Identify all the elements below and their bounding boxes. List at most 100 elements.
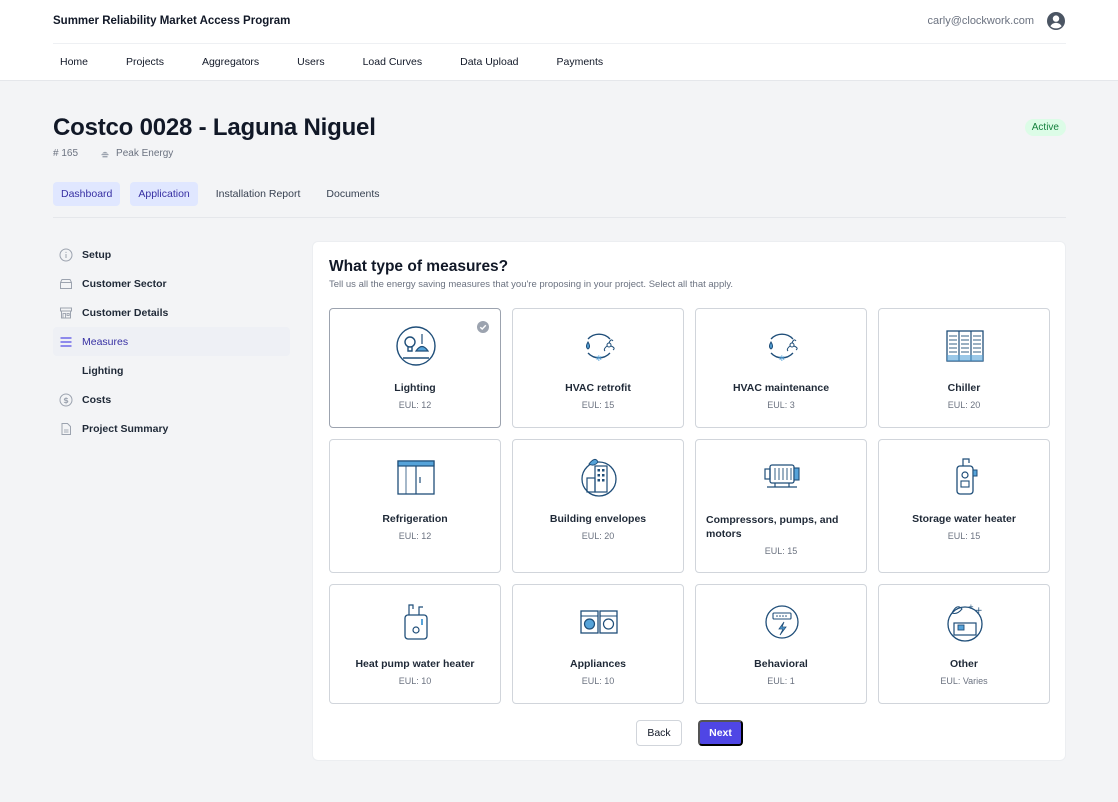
sidebar-item-customer-sector[interactable]: Customer Sector (53, 269, 290, 298)
sidebar-item-costs[interactable]: $ Costs (53, 385, 290, 414)
tile-label: Lighting (394, 382, 436, 394)
top-bar: Summer Reliability Market Access Program… (0, 0, 1118, 81)
sidebar-item-project-summary[interactable]: Project Summary (53, 414, 290, 443)
header-divider (53, 43, 1066, 44)
list-icon (59, 335, 73, 349)
tile-eul: EUL: 3 (767, 400, 795, 410)
measure-tile-building-envelopes[interactable]: Building envelopes EUL: 20 (512, 439, 684, 573)
sidebar-item-label: Project Summary (82, 422, 169, 435)
nav-projects[interactable]: Projects (126, 49, 164, 75)
tile-eul: EUL: 15 (947, 531, 981, 541)
appliances-icon (580, 610, 618, 634)
nav-payments[interactable]: Payments (557, 49, 604, 75)
project-id: # 165 (53, 148, 79, 159)
app-title: Summer Reliability Market Access Program (53, 15, 291, 27)
nav-load-curves[interactable]: Load Curves (363, 49, 423, 75)
svg-text:❄: ❄ (779, 354, 786, 363)
application-sidebar: Setup Customer Sector Customer Details M… (53, 240, 290, 443)
heat-pump-water-heater-icon (404, 604, 428, 640)
hvac-retrofit-icon: ❄ (586, 333, 615, 363)
tile-eul: EUL: 15 (581, 400, 615, 410)
storefront-icon (59, 306, 73, 320)
project-aggregator: Peak Energy (116, 148, 174, 159)
dollar-icon: $ (59, 393, 73, 407)
project-tabs: Dashboard Application Installation Repor… (53, 182, 388, 206)
building-envelope-icon (581, 458, 617, 497)
measure-tile-appliances[interactable]: Appliances EUL: 10 (512, 584, 684, 704)
measure-tile-other[interactable]: + + Other EUL: Varies (878, 584, 1050, 704)
compressor-icon (764, 464, 800, 488)
nav-users[interactable]: Users (297, 49, 324, 75)
user-menu[interactable]: carly@clockwork.com (927, 11, 1066, 31)
measure-tile-behavioral[interactable]: Behavioral EUL: 1 (695, 584, 867, 704)
tile-label: Building envelopes (549, 513, 647, 525)
tile-label: Compressors, pumps, and motors (706, 514, 839, 540)
chiller-icon (946, 330, 984, 362)
behavioral-meter-icon (765, 605, 799, 639)
sidebar-item-label: Customer Sector (82, 277, 167, 290)
measure-tile-compressors-pumps-motors[interactable]: Compressors, pumps, and motors EUL: 15 (695, 439, 867, 573)
measure-tile-chiller[interactable]: Chiller EUL: 20 (878, 308, 1050, 428)
sidebar-item-label: Customer Details (82, 306, 169, 319)
nav-aggregators[interactable]: Aggregators (202, 49, 259, 75)
tile-eul: EUL: 15 (764, 546, 798, 556)
svg-text:$: $ (63, 396, 69, 405)
sidebar-item-customer-details[interactable]: Customer Details (53, 298, 290, 327)
svg-text:❄: ❄ (596, 354, 603, 363)
nav-data-upload[interactable]: Data Upload (460, 49, 518, 75)
storage-water-heater-icon (956, 458, 978, 495)
project-meta: # 165 Peak Energy (53, 148, 173, 159)
page-title: Costco 0028 - Laguna Niguel (53, 114, 376, 141)
measure-tile-storage-water-heater[interactable]: Storage water heater EUL: 15 (878, 439, 1050, 573)
tile-label: Heat pump water heater (355, 658, 475, 670)
sidebar-subitem-lighting[interactable]: Lighting (53, 356, 290, 385)
tile-eul: EUL: 12 (398, 531, 432, 541)
user-email: carly@clockwork.com (927, 15, 1034, 27)
measure-tile-lighting[interactable]: Lighting EUL: 12 (329, 308, 501, 428)
measure-tile-hvac-maintenance[interactable]: ❄ HVAC maintenance EUL: 3 (695, 308, 867, 428)
tile-eul: EUL: 12 (398, 400, 432, 410)
aggregator-icon (101, 151, 109, 157)
tile-eul: EUL: 20 (581, 531, 615, 541)
tab-application[interactable]: Application (130, 182, 198, 206)
tile-label: Appliances (569, 658, 627, 670)
folder-icon (59, 277, 73, 291)
tab-dashboard[interactable]: Dashboard (53, 182, 121, 206)
tile-eul: EUL: Varies (940, 676, 988, 686)
main-nav: Home Projects Aggregators Users Load Cur… (53, 49, 641, 75)
sidebar-item-label: Lighting (82, 364, 124, 377)
measure-tile-heat-pump-water-heater[interactable]: Heat pump water heater EUL: 10 (329, 584, 501, 704)
tile-label: HVAC maintenance (732, 382, 830, 394)
nav-home[interactable]: Home (53, 49, 88, 75)
tile-eul: EUL: 20 (947, 400, 981, 410)
tile-label: Behavioral (754, 658, 808, 670)
tile-eul: EUL: 1 (767, 676, 795, 686)
tile-label: HVAC retrofit (565, 382, 631, 394)
tile-label: Other (949, 658, 978, 670)
tab-installation-report[interactable]: Installation Report (208, 182, 309, 206)
sidebar-item-setup[interactable]: Setup (53, 240, 290, 269)
sidebar-item-label: Costs (82, 393, 112, 406)
measures-title: What type of measures? (329, 258, 509, 275)
tile-label: Refrigeration (382, 513, 448, 525)
tile-label: Chiller (947, 382, 981, 394)
measure-tile-hvac-retrofit[interactable]: ❄ HVAC retrofit EUL: 15 (512, 308, 684, 428)
refrigeration-icon (397, 460, 435, 495)
document-icon (59, 422, 73, 436)
back-button[interactable]: Back (636, 720, 682, 746)
sidebar-item-label: Setup (82, 248, 112, 261)
next-button[interactable]: Next (698, 720, 743, 746)
check-icon (477, 321, 489, 333)
lighting-icon (396, 326, 436, 366)
measures-subtitle: Tell us all the energy saving measures t… (329, 279, 734, 290)
measures-card: What type of measures? Tell us all the e… (312, 241, 1066, 761)
tile-eul: EUL: 10 (581, 676, 615, 686)
status-badge: Active (1024, 119, 1066, 136)
other-box-icon: + + (947, 603, 983, 642)
sidebar-item-label: Measures (82, 335, 129, 348)
sidebar-item-measures[interactable]: Measures (53, 327, 290, 356)
svg-text:+: + (975, 606, 983, 616)
tab-documents[interactable]: Documents (318, 182, 387, 206)
measure-tile-refrigeration[interactable]: Refrigeration EUL: 12 (329, 439, 501, 573)
user-avatar-icon[interactable] (1046, 11, 1066, 31)
